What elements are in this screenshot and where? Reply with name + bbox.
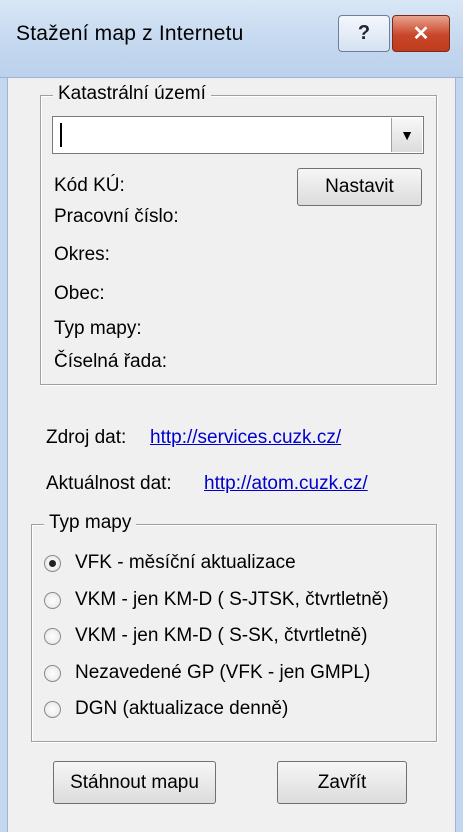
obec-label: Obec: <box>54 283 105 304</box>
pracovni-cislo-label: Pracovní číslo: <box>54 206 179 227</box>
help-icon: ? <box>357 22 371 44</box>
radio-icon[interactable] <box>44 627 61 645</box>
help-button[interactable]: ? <box>338 15 390 52</box>
window-frame-right <box>455 78 463 832</box>
radio-icon[interactable] <box>44 664 61 682</box>
set-button[interactable]: Nastavit <box>297 168 422 206</box>
radio-icon[interactable] <box>44 591 61 609</box>
radio-option-nezavedene-gp[interactable]: Nezavedené GP (VFK - jen GMPL) <box>44 658 370 688</box>
radio-option-vfk[interactable]: VFK - měsíční aktualizace <box>44 548 296 578</box>
radio-selected-icon[interactable] <box>44 554 61 572</box>
window-title: Stažení map z Internetu <box>16 22 244 45</box>
typ-mapy-label: Typ mapy: <box>54 318 142 339</box>
download-map-button[interactable]: Stáhnout mapu <box>53 761 216 804</box>
title-bar[interactable]: Stažení map z Internetu ? ✕ <box>0 0 463 78</box>
zdroj-dat-label: Zdroj dat: <box>46 427 127 448</box>
window-frame-left <box>0 78 8 832</box>
radio-icon[interactable] <box>44 700 61 718</box>
okres-label: Okres: <box>54 244 110 265</box>
ciselna-rada-label: Číselná řada: <box>54 351 168 372</box>
close-icon: ✕ <box>412 23 430 45</box>
close-window-button[interactable]: ✕ <box>392 15 450 52</box>
aktualnost-dat-link[interactable]: http://atom.cuzk.cz/ <box>204 473 368 495</box>
kod-ku-label: Kód KÚ: <box>54 175 125 196</box>
radio-option-vkm-ssk[interactable]: VKM - jen KM-D ( S-SK, čtvrtletně) <box>44 621 367 651</box>
aktualnost-dat-label: Aktuálnost dat: <box>46 473 172 494</box>
cadastral-combobox[interactable]: ▼ <box>52 116 424 154</box>
dropdown-arrow-icon[interactable]: ▼ <box>391 118 422 152</box>
text-caret <box>60 123 62 147</box>
map-type-legend: Typ mapy <box>44 512 137 534</box>
radio-option-vkm-sjtsk[interactable]: VKM - jen KM-D ( S-JTSK, čtvrtletně) <box>44 585 389 615</box>
cadastral-legend: Katastrální území <box>53 83 211 105</box>
radio-option-dgn[interactable]: DGN (aktualizace denně) <box>44 694 288 724</box>
zdroj-dat-link[interactable]: http://services.cuzk.cz/ <box>150 427 341 449</box>
close-button[interactable]: Zavřít <box>277 761 407 804</box>
